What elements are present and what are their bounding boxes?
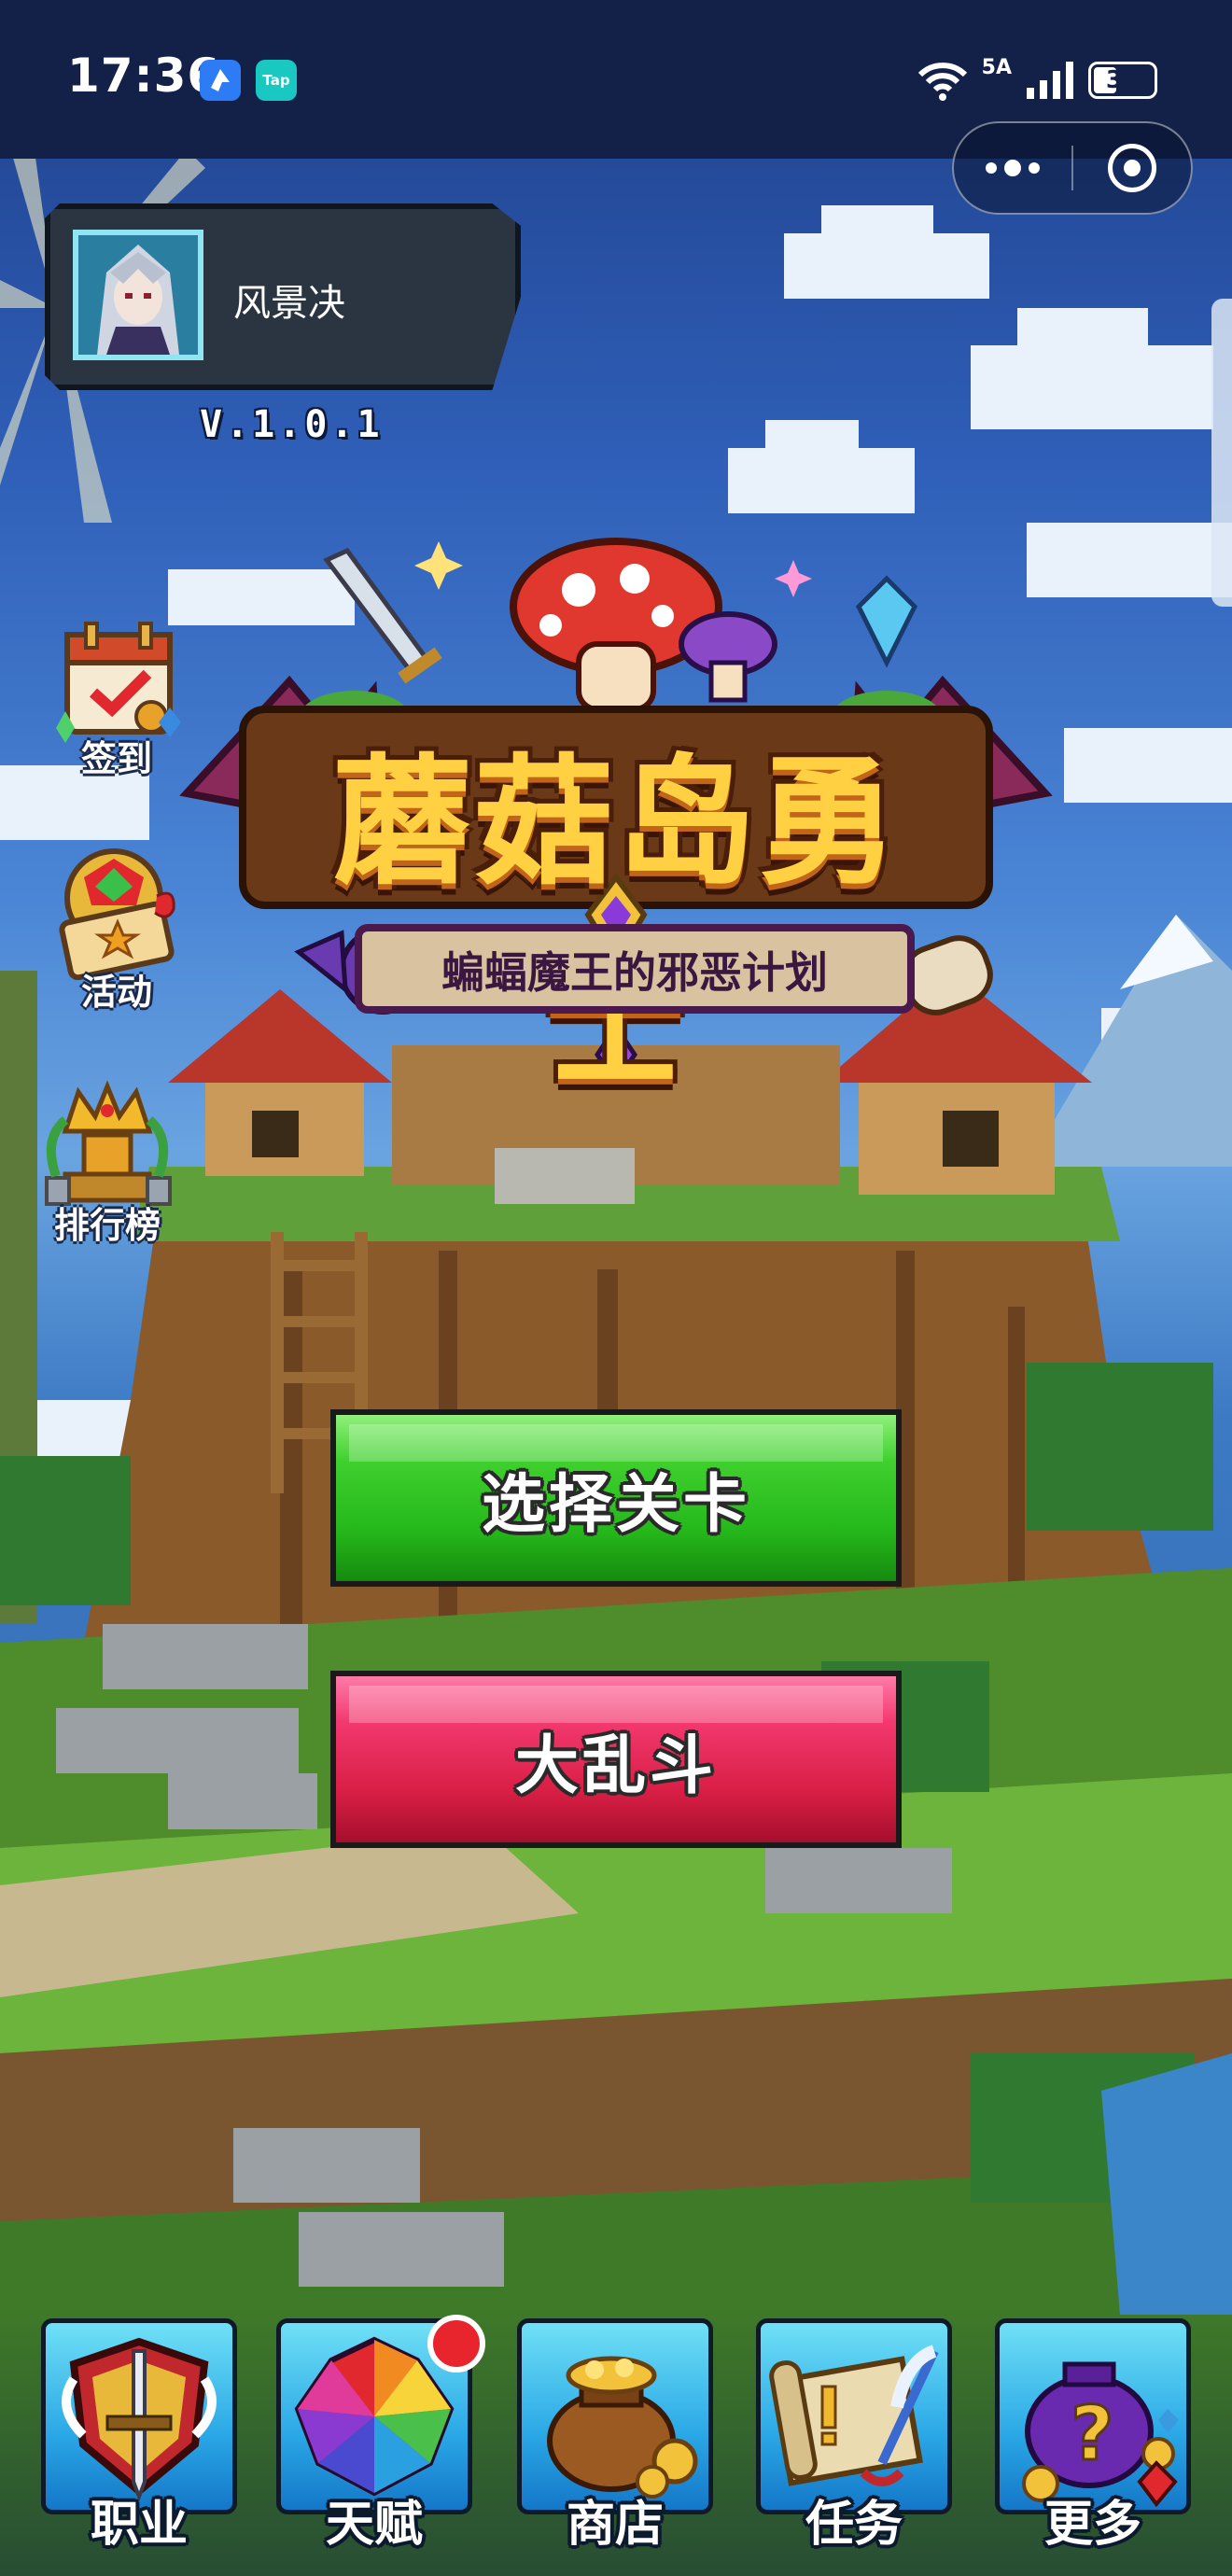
game-logo: 蘑菇岛勇士 蝙蝠魔王的邪恶计划 [177, 523, 1055, 1107]
calendar-checkin-icon [47, 607, 187, 747]
nav-label: 商店 [566, 2497, 664, 2553]
side-item-leaderboard[interactable]: 排行榜 [28, 1073, 187, 1248]
nav-label: 任务 [805, 2497, 903, 2553]
event-ticket-icon [47, 840, 187, 981]
select-stage-label: 选择关卡 [481, 1467, 750, 1542]
nav-talent[interactable]: 天赋 [276, 2315, 485, 2553]
nav-class[interactable]: 职业 [41, 2318, 237, 2553]
crown-trophy-icon [37, 1073, 177, 1213]
side-item-label: 签到 [80, 738, 152, 779]
game-version: V.1.0.1 [200, 403, 384, 446]
game-subtitle: 蝙蝠魔王的邪恶计划 [441, 947, 828, 998]
miniprogram-capsule [952, 121, 1193, 215]
battery-level: 33 [1105, 66, 1141, 94]
side-item-label: 排行榜 [53, 1205, 161, 1246]
more-options-button[interactable] [954, 123, 1071, 213]
game-title: 蘑菇岛勇士 [331, 742, 900, 1107]
player-name: 风景决 [233, 282, 345, 325]
side-item-label: 活动 [80, 972, 152, 1013]
nav-shop[interactable]: 商店 [517, 2318, 713, 2553]
brawl-button[interactable]: 大乱斗 [330, 1671, 902, 1848]
nav-label: 职业 [90, 2497, 188, 2553]
side-item-events[interactable]: 活动 [37, 840, 196, 1015]
status-time: 17:36 [67, 49, 221, 103]
wifi-icon [917, 63, 967, 101]
nav-label: 天赋 [325, 2497, 423, 2553]
svg-text:?: ? [1071, 2390, 1113, 2477]
brawl-label: 大乱斗 [514, 1729, 717, 1803]
nav-label: 更多 [1043, 2497, 1141, 2553]
network-type-label: 5A [981, 55, 1012, 79]
tap-app-icon: Tap [256, 60, 297, 101]
battery-icon: 33 [1088, 62, 1157, 99]
player-avatar[interactable] [73, 230, 203, 360]
player-profile-panel[interactable]: 风景决 [45, 203, 521, 390]
system-icons: 5A 33 [917, 54, 1157, 106]
nav-quest[interactable]: 任务 [756, 2318, 952, 2553]
side-item-checkin[interactable]: 签到 [37, 607, 196, 781]
notification-badge [427, 2315, 485, 2373]
notification-app-icon [200, 60, 241, 101]
signal-icon [1027, 62, 1073, 99]
target-close-icon [1107, 144, 1156, 192]
select-stage-button[interactable]: 选择关卡 [330, 1409, 902, 1587]
nav-more[interactable]: ? 更多 [995, 2318, 1191, 2553]
side-drawer-handle[interactable] [1211, 299, 1232, 607]
close-miniprogram-button[interactable] [1073, 123, 1191, 213]
